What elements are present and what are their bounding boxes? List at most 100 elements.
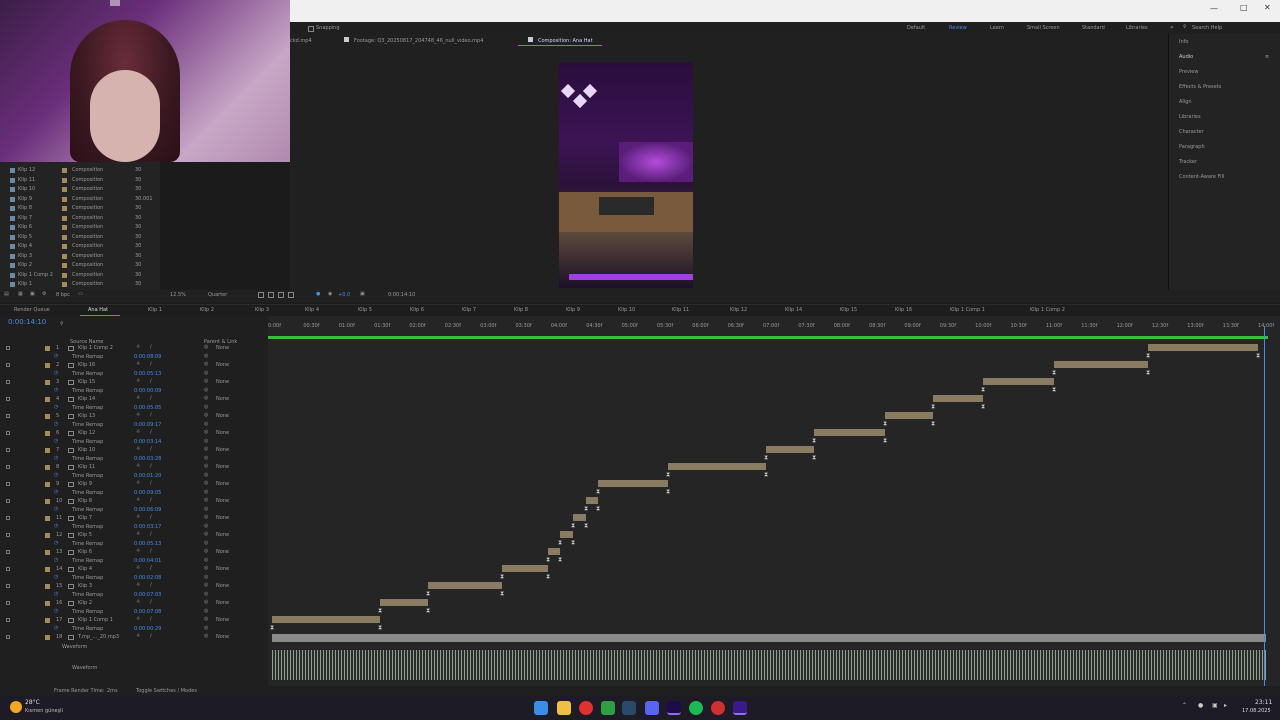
switch-icon[interactable]: ☼ <box>136 430 140 435</box>
label-color-swatch[interactable] <box>45 584 50 589</box>
project-row[interactable]: Klip 7 Composition 30 <box>0 214 160 224</box>
chevron-right-icon[interactable]: » <box>1170 25 1174 31</box>
keyframe-icon[interactable]: ⧗ <box>981 404 985 410</box>
switch-icon[interactable]: ☼ <box>136 583 140 588</box>
layer-name[interactable]: Klip 14 <box>78 397 95 402</box>
search-icon[interactable]: ⚲ <box>60 322 64 327</box>
grid-icon[interactable] <box>258 292 264 298</box>
switch-icon[interactable]: ☼ <box>136 515 140 520</box>
panel-align[interactable]: Align <box>1179 100 1192 105</box>
layer-row[interactable]: 12 Klip 5 ☼ ∕ ◎ None <box>0 531 268 540</box>
parent-dropdown[interactable]: None <box>216 584 229 589</box>
parent-pickwhip-icon[interactable]: ◎ <box>204 583 208 588</box>
bpc-label[interactable]: 8 bpc <box>56 293 70 298</box>
layer-row[interactable]: 10 Klip 8 ☼ ∕ ◎ None <box>0 497 268 506</box>
parent-pickwhip-icon[interactable]: ◎ <box>204 617 208 622</box>
layer-duration-bar[interactable] <box>548 548 560 555</box>
parent-pickwhip-icon[interactable]: ◎ <box>204 549 208 554</box>
parent-dropdown[interactable]: None <box>216 431 229 436</box>
steam-icon[interactable] <box>622 701 636 715</box>
new-comp-icon[interactable]: ▣ <box>30 292 35 297</box>
fx-icon[interactable]: ∕ <box>150 481 152 486</box>
time-remap-value[interactable]: 0:00:03:17 <box>134 524 161 530</box>
parent-pickwhip-icon[interactable]: ◎ <box>204 481 208 486</box>
expression-pickwhip-icon[interactable]: ◎ <box>204 353 208 359</box>
layer-duration-bar[interactable] <box>885 412 933 419</box>
keyframe-icon[interactable]: ⧗ <box>571 523 575 529</box>
network-icon[interactable]: ▣ <box>1212 703 1218 709</box>
fx-icon[interactable]: ∕ <box>150 515 152 520</box>
switch-icon[interactable]: ☼ <box>136 634 140 639</box>
switch-icon[interactable]: ☼ <box>136 379 140 384</box>
layer-name[interactable]: Klip 3 <box>78 584 92 589</box>
resolution-dropdown[interactable]: Quarter <box>208 293 227 298</box>
keyframe-icon[interactable]: ⧗ <box>558 557 562 563</box>
layer-row[interactable]: 13 Klip 6 ☼ ∕ ◎ None <box>0 548 268 557</box>
keyframe-icon[interactable]: ⧗ <box>1146 370 1150 376</box>
time-remap-value[interactable]: 0:00:05:13 <box>134 371 161 377</box>
layer-name[interactable]: Klip 8 <box>78 499 92 504</box>
parent-dropdown[interactable]: None <box>216 635 229 640</box>
parent-dropdown[interactable]: None <box>216 516 229 521</box>
keyframe-icon[interactable]: ⧗ <box>546 557 550 563</box>
time-remap-value[interactable]: 0:00:05:05 <box>134 405 161 411</box>
expression-pickwhip-icon[interactable]: ◎ <box>204 557 208 563</box>
switch-icon[interactable]: ☼ <box>136 532 140 537</box>
visibility-icon[interactable] <box>6 618 10 622</box>
layer-duration-bar[interactable] <box>560 531 573 538</box>
layer-name[interactable]: Klip 9 <box>78 482 92 487</box>
keyframe-icon[interactable]: ⧗ <box>584 506 588 512</box>
tab-klip-15[interactable]: Klip 15 <box>840 308 857 313</box>
time-remap-value[interactable]: 0:00:03:28 <box>134 456 161 462</box>
tab-klip-3[interactable]: Klip 3 <box>255 308 269 313</box>
switch-icon[interactable]: ☼ <box>136 549 140 554</box>
after-effects-icon[interactable] <box>667 701 681 715</box>
tab-klip-1[interactable]: Klip 1 <box>148 308 162 313</box>
expression-pickwhip-icon[interactable]: ◎ <box>204 472 208 478</box>
tab-klip-9[interactable]: Klip 9 <box>566 308 580 313</box>
toggle-switches[interactable]: Toggle Switches / Modes <box>136 689 197 694</box>
viewer-tab-composition[interactable]: Composition: Ana Hat <box>538 39 593 44</box>
layer-row[interactable]: 16 Klip 2 ☼ ∕ ◎ None <box>0 599 268 608</box>
time-remap-row[interactable]: ◷ Time Remap 0:00:04:01 ◎ <box>0 557 268 566</box>
hamburger-icon[interactable]: ≡ <box>1265 55 1269 60</box>
tab-klip-16[interactable]: Klip 16 <box>895 308 912 313</box>
layer-row[interactable]: 11 Klip 7 ☼ ∕ ◎ None <box>0 514 268 523</box>
stopwatch-icon[interactable]: ◷ <box>54 557 58 563</box>
time-remap-row[interactable]: ◷ Time Remap 0:00:05:05 ◎ <box>0 404 268 413</box>
parent-dropdown[interactable]: None <box>216 533 229 538</box>
label-color-swatch[interactable] <box>45 363 50 368</box>
time-remap-value[interactable]: 0:00:00:29 <box>134 626 161 632</box>
layer-name[interactable]: T.mp_..._20.mp3 <box>78 635 119 640</box>
time-remap-value[interactable]: 0:00:07:03 <box>134 592 161 598</box>
fx-icon[interactable]: ∕ <box>150 345 152 350</box>
expression-pickwhip-icon[interactable]: ◎ <box>204 438 208 444</box>
parent-pickwhip-icon[interactable]: ◎ <box>204 345 208 350</box>
stopwatch-icon[interactable]: ◷ <box>54 387 58 393</box>
expression-pickwhip-icon[interactable]: ◎ <box>204 523 208 529</box>
time-remap-row[interactable]: ◷ Time Remap 0:00:00:29 ◎ <box>0 625 268 634</box>
stopwatch-icon[interactable]: ◷ <box>54 540 58 546</box>
layer-duration-bar[interactable] <box>598 480 668 487</box>
parent-dropdown[interactable]: None <box>216 601 229 606</box>
label-color-swatch[interactable] <box>45 448 50 453</box>
label-color-swatch[interactable] <box>45 567 50 572</box>
label-color-swatch[interactable] <box>45 533 50 538</box>
camera-icon[interactable]: ◉ <box>328 292 332 297</box>
visibility-icon[interactable] <box>6 431 10 435</box>
visibility-icon[interactable] <box>6 567 10 571</box>
layer-row[interactable]: 1 Klip 1 Comp 2 ☼ ∕ ◎ None <box>0 344 268 353</box>
visibility-icon[interactable] <box>6 380 10 384</box>
timeline-graph[interactable]: 0:00f 00:30f 01:00f 01:30f 02:00f 02:30f 03:00… <box>268 316 1280 696</box>
layer-row[interactable]: 8 Klip 11 ☼ ∕ ◎ None <box>0 463 268 472</box>
weather-temp[interactable]: 28°C <box>25 700 40 706</box>
audio-layer-bar[interactable] <box>272 634 1266 642</box>
exposure-value[interactable]: +0.0 <box>338 293 350 298</box>
visibility-icon[interactable] <box>6 516 10 520</box>
parent-pickwhip-icon[interactable]: ◎ <box>204 413 208 418</box>
layer-duration-bar[interactable] <box>428 582 502 589</box>
layer-name[interactable]: Klip 15 <box>78 380 95 385</box>
time-remap-row[interactable]: ◷ Time Remap 0:00:05:13 ◎ <box>0 370 268 379</box>
fx-icon[interactable]: ∕ <box>150 362 152 367</box>
current-time[interactable]: 0:00:14:10 <box>8 319 46 326</box>
